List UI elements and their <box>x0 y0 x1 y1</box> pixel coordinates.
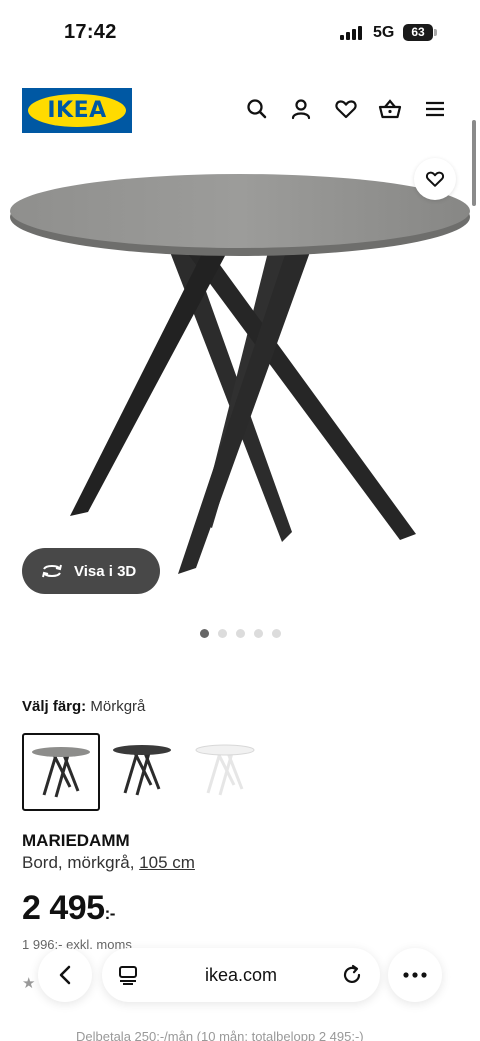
product-description-text: Bord, mörkgrå, <box>22 853 135 872</box>
color-swatch[interactable] <box>22 733 100 811</box>
network-label: 5G <box>373 24 395 41</box>
heart-icon <box>425 171 445 187</box>
product-description: Bord, mörkgrå, 105 cm <box>22 853 195 873</box>
favorite-button[interactable] <box>414 158 456 200</box>
chevron-left-icon <box>59 965 71 985</box>
selected-color: Mörkgrå <box>90 698 146 715</box>
rotate-3d-icon <box>42 564 62 578</box>
color-swatch[interactable] <box>188 733 266 811</box>
menu-icon[interactable] <box>422 96 448 122</box>
gallery-dot[interactable] <box>218 629 227 638</box>
view-in-3d-label: Visa i 3D <box>74 562 137 580</box>
logo-text: IKEA <box>47 98 107 123</box>
view-in-3d-button[interactable]: Visa i 3D <box>22 548 160 594</box>
status-time: 17:42 <box>64 21 117 43</box>
heart-icon[interactable] <box>333 96 359 122</box>
product-name: MARIEDAMM <box>22 831 130 850</box>
product-price: 2 495:- <box>22 889 115 928</box>
color-selector-label: Välj färg: Mörkgrå <box>22 698 145 715</box>
color-label: Välj färg: <box>22 698 87 715</box>
gallery-dot[interactable] <box>272 629 281 638</box>
reload-icon[interactable] <box>340 963 364 987</box>
product-size-link[interactable]: 105 cm <box>139 853 195 872</box>
search-icon[interactable] <box>244 96 270 122</box>
price-suffix: :- <box>104 904 116 923</box>
status-bar: 17:42 5G 63 <box>0 0 480 64</box>
back-button[interactable] <box>38 948 92 1002</box>
url-text: ikea.com <box>204 965 278 985</box>
battery-icon: 63 <box>403 24 433 41</box>
color-swatch[interactable] <box>105 733 183 811</box>
product-image[interactable] <box>0 160 480 600</box>
ikea-logo[interactable]: IKEA <box>22 88 132 133</box>
gallery-dot[interactable] <box>200 629 209 638</box>
price-value: 2 495 <box>22 889 105 927</box>
more-options-button[interactable] <box>388 948 442 1002</box>
site-header: IKEA <box>0 80 480 144</box>
gallery-pagination[interactable] <box>200 629 281 639</box>
gallery-dot[interactable] <box>254 629 263 638</box>
gallery-dot[interactable] <box>236 629 245 638</box>
signal-icon <box>340 26 362 40</box>
basket-icon[interactable] <box>377 96 403 122</box>
account-icon[interactable] <box>288 96 314 122</box>
address-bar[interactable]: ikea.com <box>102 948 380 1002</box>
ellipsis-icon <box>403 972 427 978</box>
battery-cap <box>434 29 437 36</box>
